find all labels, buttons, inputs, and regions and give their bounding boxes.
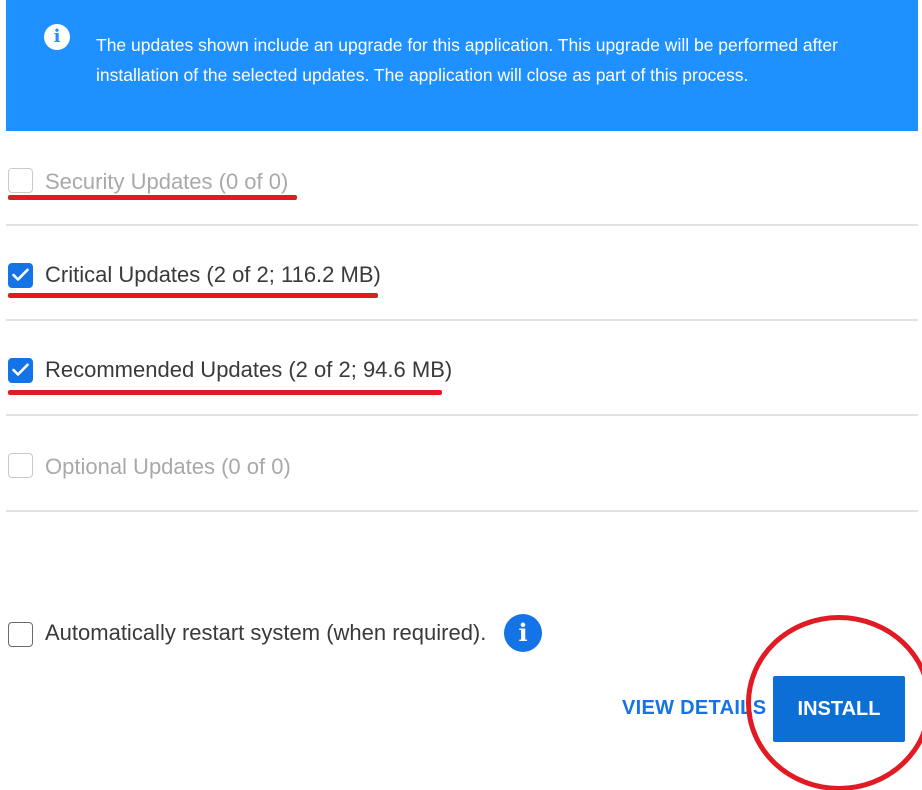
divider	[6, 510, 918, 512]
optional-updates-checkbox[interactable]	[8, 453, 33, 478]
upgrade-info-banner: i The updates shown include an upgrade f…	[6, 0, 918, 131]
info-icon: i	[44, 24, 70, 50]
auto-restart-checkbox[interactable]	[8, 622, 33, 647]
security-updates-label: Security Updates (0 of 0)	[45, 169, 289, 194]
checkmark-icon	[12, 363, 29, 376]
optional-updates-label: Optional Updates (0 of 0)	[45, 454, 291, 479]
annotation-underline	[8, 195, 297, 200]
recommended-updates-label: Recommended Updates (2 of 2; 94.6 MB)	[45, 357, 453, 382]
auto-restart-option[interactable]: Automatically restart system (when requi…	[6, 614, 606, 654]
category-security-updates[interactable]: Security Updates (0 of 0)	[6, 131, 918, 226]
category-optional-updates[interactable]: Optional Updates (0 of 0)	[6, 416, 918, 512]
category-recommended-updates[interactable]: Recommended Updates (2 of 2; 94.6 MB)	[6, 321, 918, 416]
annotation-underline	[8, 390, 442, 395]
annotation-underline	[8, 293, 378, 298]
critical-updates-label: Critical Updates (2 of 2; 116.2 MB)	[45, 262, 381, 287]
checkmark-icon	[12, 268, 29, 281]
security-updates-checkbox[interactable]	[8, 168, 33, 193]
recommended-updates-checkbox[interactable]	[8, 358, 33, 383]
banner-message: The updates shown include an upgrade for…	[96, 35, 838, 85]
info-icon[interactable]: i	[504, 614, 542, 652]
category-critical-updates[interactable]: Critical Updates (2 of 2; 116.2 MB)	[6, 226, 918, 321]
auto-restart-label: Automatically restart system (when requi…	[45, 620, 487, 645]
install-button[interactable]: INSTALL	[773, 676, 905, 742]
view-details-link[interactable]: VIEW DETAILS	[622, 697, 766, 720]
critical-updates-checkbox[interactable]	[8, 263, 33, 288]
